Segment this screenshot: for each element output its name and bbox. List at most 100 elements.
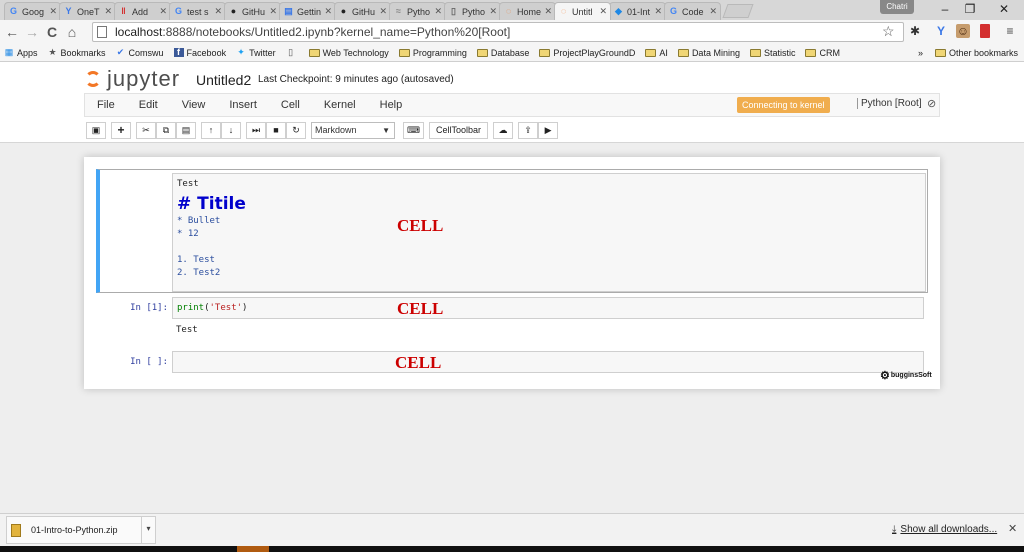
- tab-title: Pytho: [407, 6, 431, 17]
- back-icon[interactable]: ←: [4, 24, 20, 40]
- close-tab-icon[interactable]: ✕: [324, 6, 332, 17]
- browser-tab[interactable]: ‖ Add ✕: [114, 2, 171, 20]
- code-cell-input[interactable]: [172, 351, 924, 373]
- browser-tab[interactable]: G Goog ✕: [4, 2, 61, 20]
- present-button[interactable]: ▶: [538, 121, 559, 139]
- browser-tab[interactable]: ◌ Home ✕: [499, 2, 556, 20]
- restore-button[interactable]: ❐: [960, 2, 980, 16]
- close-tab-icon[interactable]: ✕: [434, 6, 442, 17]
- menu-insert[interactable]: Insert: [217, 99, 269, 111]
- bookmark-item[interactable]: Programming: [398, 48, 467, 58]
- browser-tab[interactable]: Gtest s ✕: [169, 2, 226, 20]
- insert-cell-button[interactable]: +: [111, 121, 131, 139]
- bookmark-item[interactable]: Web Technology: [308, 48, 389, 58]
- address-bar[interactable]: localhost:8888/notebooks/Untitled2.ipynb…: [92, 22, 904, 42]
- browser-tab[interactable]: Y OneT ✕: [59, 2, 116, 20]
- show-all-downloads-link[interactable]: ⤓ Show all downloads...: [892, 524, 997, 535]
- upload-button[interactable]: ☁: [493, 121, 514, 139]
- bookmark-item[interactable]: ✦ Twitter: [236, 48, 275, 58]
- browser-tab[interactable]: ▤ Gettin ✕: [279, 2, 336, 20]
- extension-puzzle-icon[interactable]: ✱: [908, 24, 922, 38]
- close-tab-icon[interactable]: ✕: [544, 6, 552, 17]
- show-all-label: Show all downloads...: [900, 524, 998, 535]
- markdown-editor[interactable]: Test # Titile * Bullet * 12 1. Test 2. T…: [172, 173, 926, 292]
- bookmark-item[interactable]: ProjectPlayGroundD: [539, 48, 635, 58]
- bookmark-item[interactable]: Statistic: [749, 48, 795, 58]
- bookmark-extension-icon[interactable]: [980, 24, 990, 38]
- tab-title: GitHu: [352, 6, 376, 17]
- browser-tab[interactable]: ● GitHu ✕: [334, 2, 391, 20]
- bookmarks-overflow-icon[interactable]: »: [918, 48, 923, 58]
- minimize-button[interactable]: –: [935, 2, 955, 16]
- run-cell-button[interactable]: ⏭: [246, 121, 266, 139]
- celltoolbar-button[interactable]: CellToolbar: [429, 121, 489, 139]
- menu-help[interactable]: Help: [368, 99, 415, 111]
- bookmark-item[interactable]: ★ Bookmarks: [48, 48, 105, 58]
- close-tab-icon[interactable]: ✕: [269, 6, 277, 17]
- download-menu-caret-icon[interactable]: ▾: [141, 517, 155, 543]
- bookmark-item[interactable]: f Facebook: [173, 48, 226, 58]
- browser-tab[interactable]: ● GitHu ✕: [224, 2, 281, 20]
- browser-tab[interactable]: G Code ✕: [664, 2, 721, 20]
- extension-face-icon[interactable]: ☺: [956, 24, 970, 38]
- kernel-name: Python [Root]: [857, 98, 922, 109]
- copy-button[interactable]: ⧉: [156, 121, 176, 139]
- forward-icon[interactable]: →: [24, 24, 40, 40]
- close-tab-icon[interactable]: ✕: [379, 6, 387, 17]
- menu-kernel[interactable]: Kernel: [312, 99, 368, 111]
- browser-tab[interactable]: ◆ 01-Int ✕: [609, 2, 666, 20]
- menu-view[interactable]: View: [170, 99, 218, 111]
- close-tab-icon[interactable]: ✕: [709, 6, 717, 17]
- notebook-name[interactable]: Untitled2: [196, 72, 251, 88]
- close-tab-icon[interactable]: ✕: [49, 6, 57, 17]
- close-tab-icon[interactable]: ✕: [104, 6, 112, 17]
- cell-type-select[interactable]: Markdown ▼: [311, 121, 395, 139]
- bookmark-label: AI: [659, 47, 668, 58]
- close-window-button[interactable]: ✕: [994, 2, 1014, 16]
- menu-cell[interactable]: Cell: [269, 99, 312, 111]
- bookmark-item[interactable]: Data Mining: [677, 48, 740, 58]
- keyboard-shortcuts-button[interactable]: ⌨: [403, 121, 424, 139]
- restart-button[interactable]: ↻: [286, 121, 306, 139]
- cut-button[interactable]: ✂: [136, 121, 156, 139]
- bookmark-item[interactable]: CRM: [805, 48, 840, 58]
- md-heading: # Titile: [177, 194, 246, 214]
- code-cell-input[interactable]: print('Test'): [172, 297, 924, 319]
- bookmark-item[interactable]: ✔ Comswu: [116, 48, 164, 58]
- close-tab-icon[interactable]: ✕: [654, 6, 662, 17]
- download-item[interactable]: 01-Intro-to-Python.zip ▾: [6, 516, 156, 544]
- other-bookmarks[interactable]: Other bookmarks: [949, 48, 1018, 58]
- browser-tab[interactable]: ▯ Pytho ✕: [444, 2, 501, 20]
- publish-button[interactable]: ⇪: [518, 121, 539, 139]
- bookmark-star-icon[interactable]: ☆: [882, 23, 895, 40]
- paste-button[interactable]: ▤: [176, 121, 196, 139]
- menu-edit[interactable]: Edit: [127, 99, 170, 111]
- move-up-button[interactable]: ↑: [201, 121, 221, 139]
- interrupt-button[interactable]: ■: [266, 121, 286, 139]
- reload-icon[interactable]: C: [44, 24, 60, 40]
- close-tab-icon[interactable]: ✕: [599, 6, 607, 17]
- download-icon: ⤓: [892, 524, 897, 535]
- profile-button[interactable]: Chatri: [880, 0, 914, 14]
- jupyter-logo[interactable]: jupyter: [85, 66, 180, 92]
- yammer-extension-icon[interactable]: Y: [934, 24, 948, 38]
- bookmark-item[interactable]: ▯: [286, 48, 299, 57]
- new-tab-button[interactable]: [722, 4, 754, 18]
- tab-title: Add: [132, 6, 149, 17]
- chrome-menu-icon[interactable]: ≡: [1003, 24, 1017, 38]
- taskbar-active-item[interactable]: [237, 546, 269, 552]
- close-tab-icon[interactable]: ✕: [214, 6, 222, 17]
- browser-tab[interactable]: ◌ Untitl ✕: [554, 2, 611, 20]
- close-tab-icon[interactable]: ✕: [159, 6, 167, 17]
- tab-title: Gettin: [297, 6, 322, 17]
- move-down-button[interactable]: ↓: [221, 121, 241, 139]
- save-button[interactable]: ▣: [86, 121, 106, 139]
- browser-tab[interactable]: ≈ Pytho ✕: [389, 2, 446, 20]
- close-tab-icon[interactable]: ✕: [489, 6, 497, 17]
- bookmark-item[interactable]: Database: [476, 48, 529, 58]
- bookmark-item[interactable]: ▦ Apps: [4, 48, 38, 58]
- menu-file[interactable]: File: [85, 99, 127, 111]
- home-icon[interactable]: ⌂: [64, 24, 80, 40]
- close-shelf-icon[interactable]: ✕: [1008, 522, 1017, 535]
- bookmark-item[interactable]: AI: [645, 48, 668, 58]
